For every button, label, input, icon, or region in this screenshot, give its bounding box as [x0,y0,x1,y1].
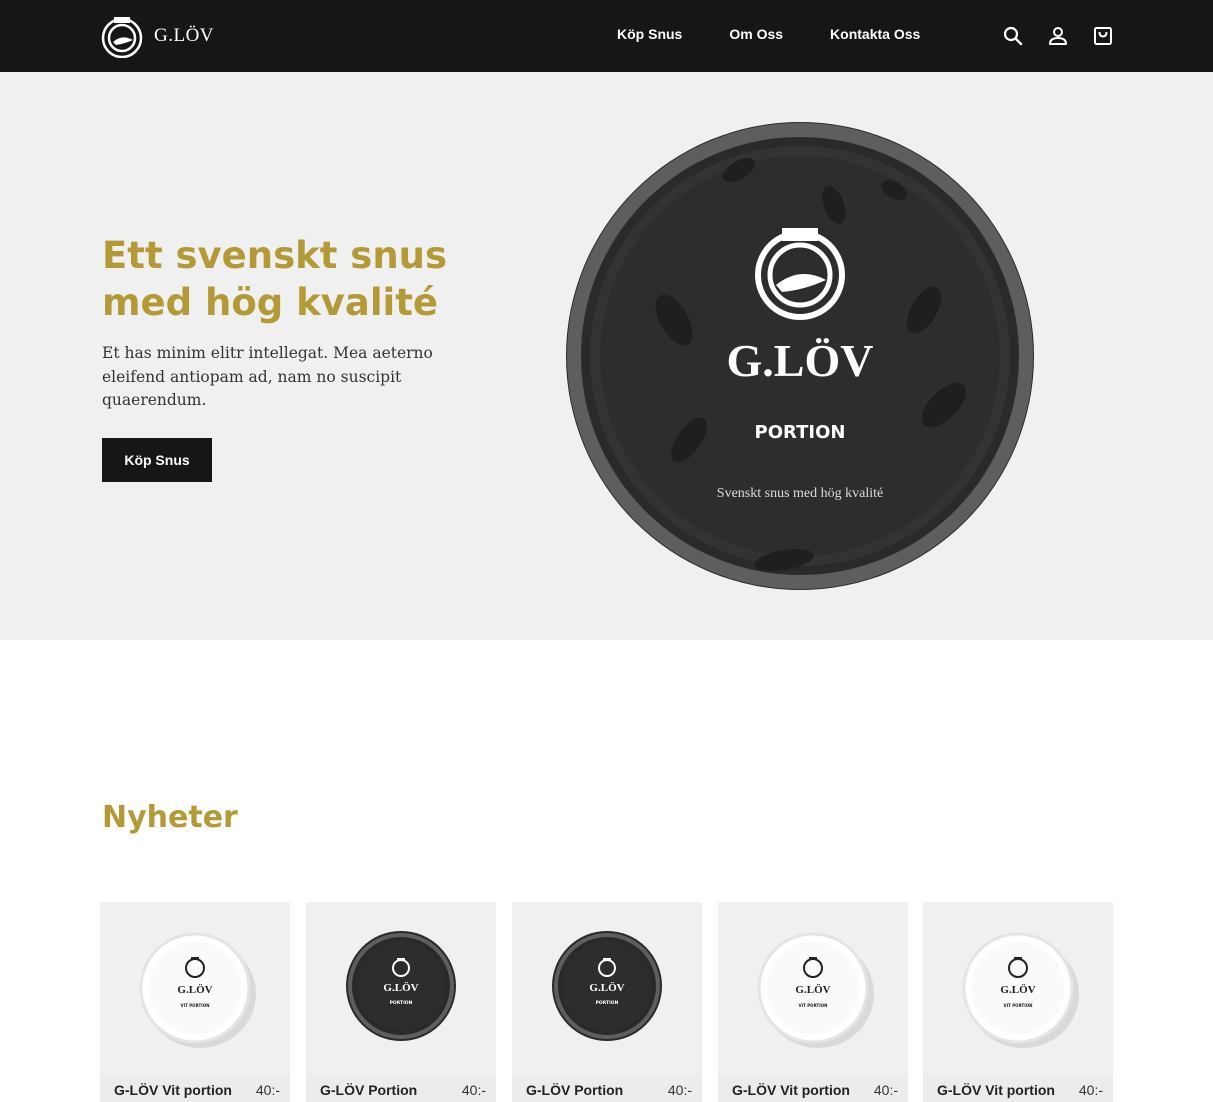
product-price: 40:- [873,1082,898,1098]
product-info: G-LÖV Vit portion 40:- [718,1074,908,1102]
product-price: 40:- [255,1082,280,1098]
product-card[interactable]: G.LÖV VIT PORTION G-LÖV Vit portion 40:- [718,902,908,1102]
tin-subtitle-text: VIT PORTION [799,1003,828,1008]
nav-item-kop-snus[interactable]: Köp Snus [617,26,682,42]
nav-item-om-oss[interactable]: Om Oss [729,26,783,42]
tin-subtitle-text: VIT PORTION [181,1003,210,1008]
product-name[interactable]: G-LÖV Vit portion [114,1082,232,1098]
product-name[interactable]: G-LÖV Vit portion [732,1082,850,1098]
product-price: 40:- [667,1082,692,1098]
product-card[interactable]: G.LÖV VIT PORTION G-LÖV Vit portion 40:- [923,902,1113,1102]
product-tin-white: G.LÖV VIT PORTION [962,932,1079,1048]
product-card[interactable]: G.LÖV PORTION G-LÖV Portion 40:- [512,902,702,1102]
tin-subtitle-text: PORTION [755,422,846,443]
product-price: 40:- [1078,1082,1103,1098]
tin-brand-text: G.LÖV [589,981,624,994]
news-section-title: Nyheter [102,800,238,835]
product-image: G.LÖV VIT PORTION [100,902,290,1074]
hero-section: Ett svenskt snus med hög kvalité Et has … [0,72,1213,640]
tin-tagline-text: Svenskt snus med hög kvalité [717,486,883,501]
search-icon[interactable] [1001,24,1025,48]
product-image: G.LÖV PORTION [306,902,496,1074]
product-price: 40:- [461,1082,486,1098]
tin-subtitle-text: PORTION [596,1000,619,1006]
hero-product-image: G.LÖV PORTION Svenskt snus med hög kvali… [566,122,1034,590]
product-info: G-LÖV Portion 40:- [512,1074,702,1102]
header-actions [1001,24,1115,48]
tin-brand-text: G.LÖV [795,983,830,996]
nav-item-kontakta-oss[interactable]: Kontakta Oss [830,26,920,42]
main-nav: Köp Snus Om Oss Kontakta Oss [617,26,920,42]
tin-brand-text: G.LÖV [1000,983,1035,996]
site-logo[interactable]: G.LÖV [100,14,214,58]
logo-icon [101,17,143,58]
product-tin-dark: G.LÖV PORTION [552,931,662,1041]
product-name[interactable]: G-LÖV Portion [320,1082,417,1098]
cart-icon[interactable] [1091,24,1115,48]
user-icon[interactable] [1046,24,1070,48]
product-image: G.LÖV PORTION [512,902,702,1074]
hero-description: Et has minim elitr intellegat. Mea aeter… [102,344,433,409]
product-image: G.LÖV VIT PORTION [718,902,908,1074]
hero-buy-button[interactable]: Köp Snus [102,438,212,482]
hero-title: Ett svenskt snus med hög kvalité [102,234,448,324]
tin-subtitle-text: PORTION [390,1000,413,1006]
product-name[interactable]: G-LÖV Vit portion [937,1082,1055,1098]
tin-brand-text: G.LÖV [177,983,212,996]
logo-text: G.LÖV [154,25,215,46]
product-info: G-LÖV Vit portion 40:- [923,1074,1113,1102]
product-tin-white: G.LÖV VIT PORTION [757,932,874,1048]
product-image: G.LÖV VIT PORTION [923,902,1113,1074]
product-card[interactable]: G.LÖV PORTION G-LÖV Portion 40:- [306,902,496,1102]
tin-brand-text: G.LÖV [383,981,418,994]
tin-subtitle-text: VIT PORTION [1004,1003,1033,1008]
product-info: G-LÖV Portion 40:- [306,1074,496,1102]
product-tin-white: G.LÖV VIT PORTION [139,932,256,1048]
product-tin-dark: G.LÖV PORTION [346,931,456,1041]
tin-brand-text: G.LÖV [727,335,874,386]
site-header: G.LÖV Köp Snus Om Oss Kontakta Oss [0,0,1213,72]
product-info: G-LÖV Vit portion 40:- [100,1074,290,1102]
product-name[interactable]: G-LÖV Portion [526,1082,623,1098]
product-card[interactable]: G.LÖV VIT PORTION G-LÖV Vit portion 40:- [100,902,290,1102]
